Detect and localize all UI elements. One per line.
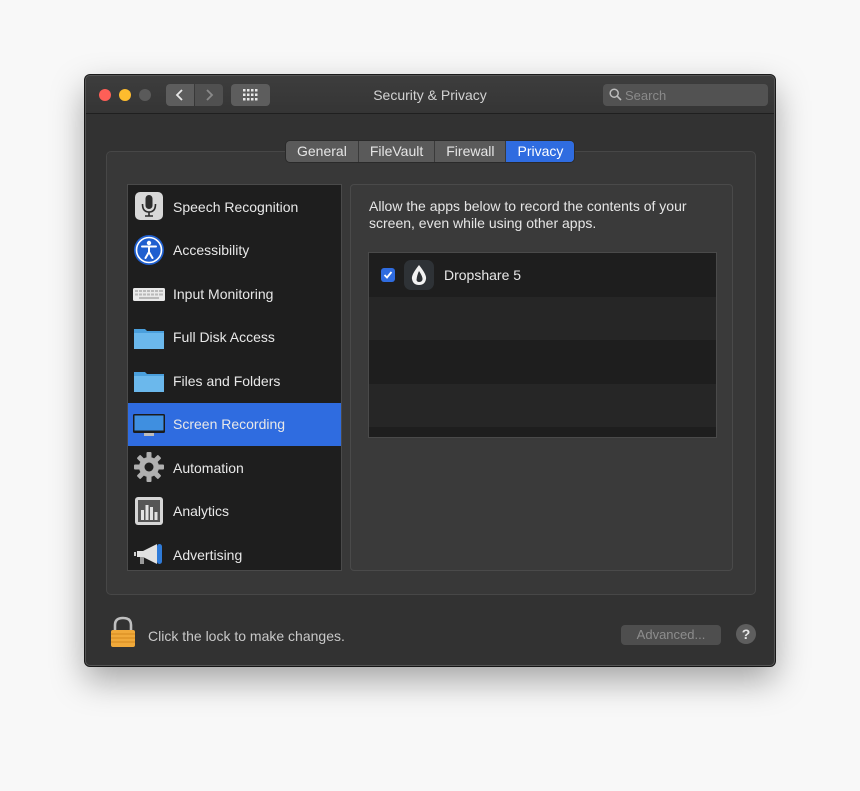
gear-icon xyxy=(134,452,164,482)
microphone-icon xyxy=(135,192,163,220)
sidebar-item-label: Advertising xyxy=(173,546,243,563)
sidebar-item-label: Automation xyxy=(173,459,244,476)
title-bar: Security & Privacy xyxy=(86,76,774,114)
privacy-category-list: Speech Recognition Accessibility Input M… xyxy=(127,184,342,571)
sidebar-item-label: Full Disk Access xyxy=(173,329,275,346)
sidebar-item-advertising[interactable]: Advertising xyxy=(128,533,341,577)
app-row-dropshare[interactable]: Dropshare 5 xyxy=(369,253,716,297)
app-permission-checkbox[interactable] xyxy=(381,268,395,282)
accessibility-icon xyxy=(134,234,164,265)
sidebar-item-screen-recording[interactable]: Screen Recording xyxy=(128,402,341,446)
sidebar-item-label: Screen Recording xyxy=(173,416,286,433)
tab-general[interactable]: General xyxy=(286,141,359,162)
app-list: Dropshare 5 xyxy=(368,252,717,438)
tab-filevault[interactable]: FileVault xyxy=(359,141,436,162)
sidebar-item-analytics[interactable]: Analytics xyxy=(128,490,341,534)
security-privacy-window: Security & Privacy General FileVault Fir… xyxy=(85,75,775,666)
bar-chart-icon xyxy=(135,496,163,525)
megaphone-icon xyxy=(134,544,162,564)
tab-privacy[interactable]: Privacy xyxy=(506,141,575,162)
sidebar-item-full-disk-access[interactable]: Full Disk Access xyxy=(128,316,341,360)
sidebar-item-files-and-folders[interactable]: Files and Folders xyxy=(128,359,341,403)
sidebar-item-label: Files and Folders xyxy=(173,372,281,389)
app-name: Dropshare 5 xyxy=(444,267,522,283)
sidebar-item-label: Speech Recognition xyxy=(173,198,299,215)
help-button[interactable]: ? xyxy=(736,624,756,644)
search-icon xyxy=(609,88,622,101)
pane-description: Allow the apps below to record the conte… xyxy=(369,198,687,231)
sidebar-item-automation[interactable]: Automation xyxy=(128,446,341,490)
sidebar-item-label: Analytics xyxy=(173,503,230,520)
folder-icon xyxy=(134,372,164,392)
search-input[interactable] xyxy=(625,86,763,104)
sidebar-item-label: Accessibility xyxy=(173,242,250,259)
lock-icon[interactable] xyxy=(110,616,136,648)
folder-icon xyxy=(134,328,164,349)
search-field[interactable] xyxy=(603,84,768,106)
keyboard-icon xyxy=(133,288,165,301)
tab-firewall[interactable]: Firewall xyxy=(435,141,507,162)
sidebar-item-input-monitoring[interactable]: Input Monitoring xyxy=(128,272,341,316)
screen-recording-pane: Allow the apps below to record the conte… xyxy=(350,184,733,571)
display-icon xyxy=(133,413,165,436)
sidebar-item-accessibility[interactable]: Accessibility xyxy=(128,229,341,273)
list-item xyxy=(369,340,716,384)
sidebar-item-label: Input Monitoring xyxy=(173,285,274,302)
tab-bar: General FileVault Firewall Privacy xyxy=(286,141,575,162)
dropshare-icon xyxy=(404,260,434,290)
sidebar-item-speech-recognition[interactable]: Speech Recognition xyxy=(128,185,341,229)
list-item xyxy=(369,296,716,340)
checkmark-icon xyxy=(383,271,393,279)
advanced-button[interactable]: Advanced... xyxy=(621,625,721,645)
list-item xyxy=(369,383,716,427)
lock-status-text: Click the lock to make changes. xyxy=(148,628,345,644)
